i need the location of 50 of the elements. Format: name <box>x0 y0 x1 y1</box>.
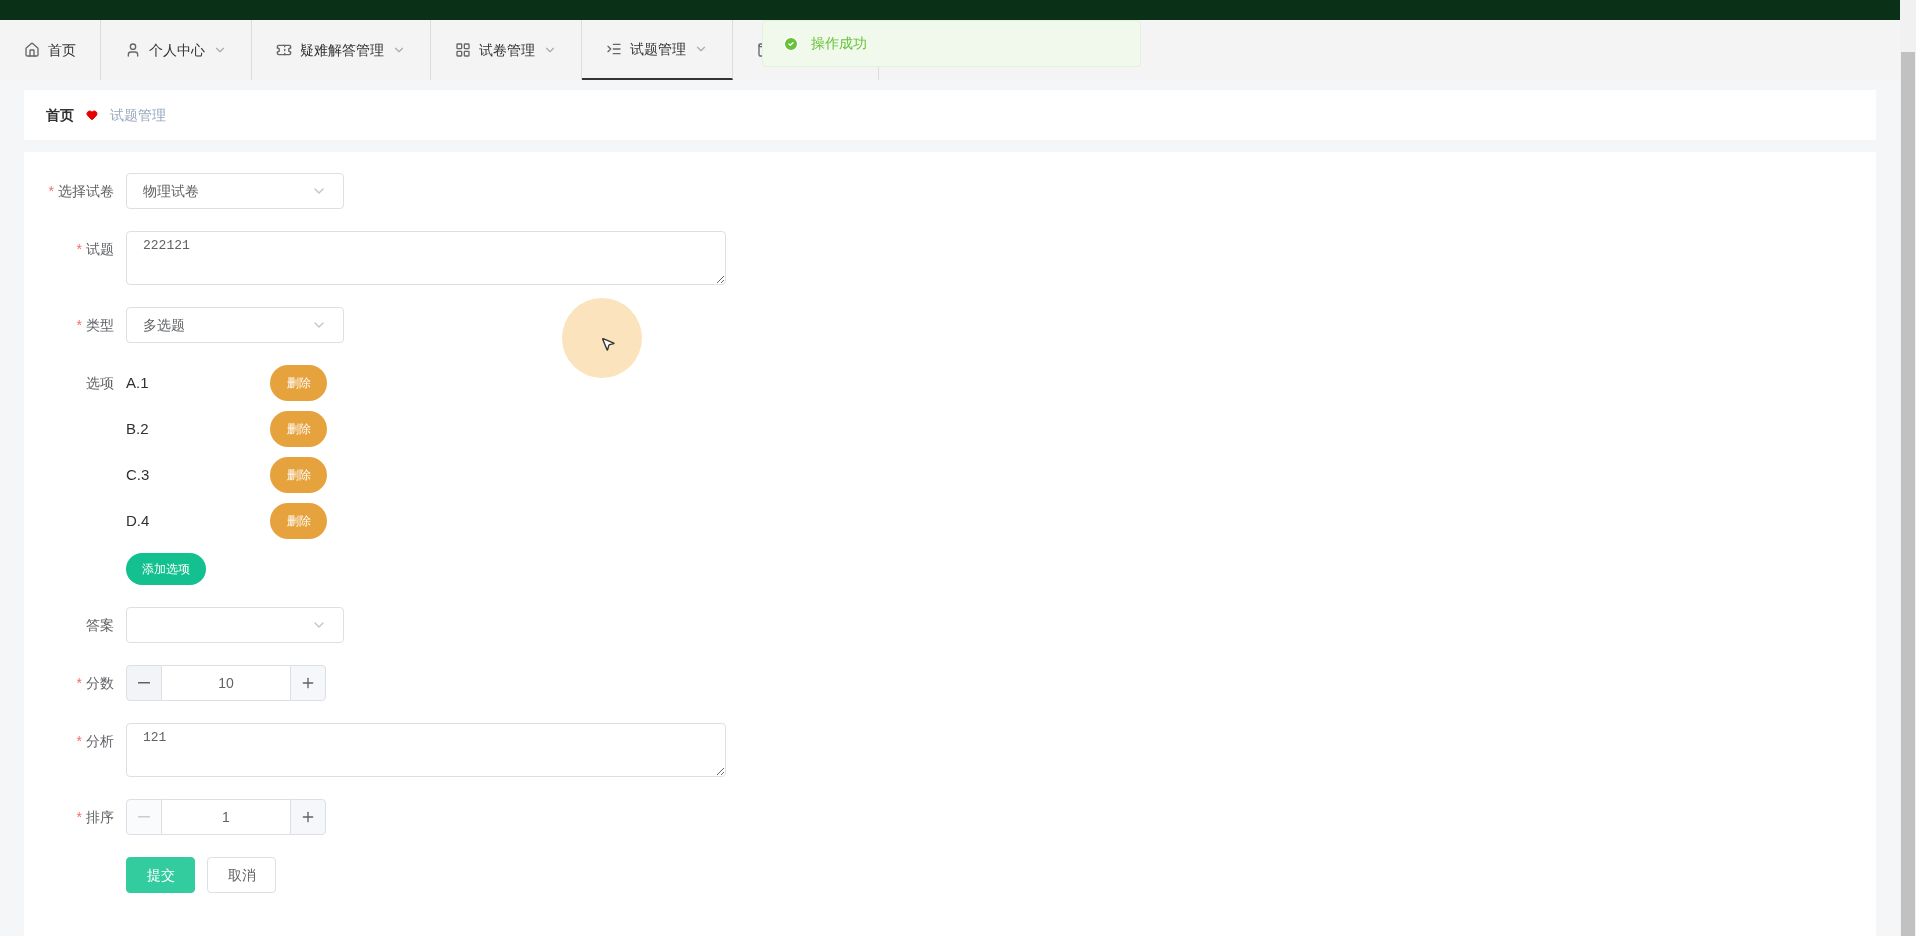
option-text: D.4 <box>126 510 151 531</box>
ticket-icon <box>276 42 292 58</box>
cursor-icon <box>600 336 616 352</box>
field-label: 试题 <box>86 239 114 259</box>
nav-tab[interactable]: 试题管理 <box>582 20 733 80</box>
nav-tab[interactable]: 疑难解答管理 <box>252 20 431 80</box>
minus-icon <box>138 816 150 818</box>
heart-icon <box>86 109 98 121</box>
option-text: B.2 <box>126 418 150 439</box>
minus-icon <box>138 682 150 684</box>
text-area[interactable]: 121 <box>126 723 726 777</box>
option-text: C.3 <box>126 464 151 485</box>
grid-icon <box>455 42 471 58</box>
cancel-button[interactable]: 取消 <box>207 857 276 893</box>
plus-icon <box>300 675 316 691</box>
nav-tab[interactable]: 个人中心 <box>101 20 252 80</box>
scrollbar-thumb[interactable] <box>1901 52 1915 936</box>
plus-icon <box>300 809 316 825</box>
number-field[interactable]: 1 <box>162 799 290 835</box>
decrement-button[interactable] <box>126 665 162 701</box>
required-asterisk: * <box>76 731 82 751</box>
toast-message: 操作成功 <box>811 34 867 53</box>
required-asterisk: * <box>76 315 82 335</box>
breadcrumb-item: 试题管理 <box>110 105 166 125</box>
select-field[interactable]: 物理试卷 <box>126 173 344 209</box>
increment-button[interactable] <box>290 665 326 701</box>
select-field[interactable]: 多选题 <box>126 307 344 343</box>
field-label: 分数 <box>86 673 114 693</box>
option-text: A.1 <box>126 372 150 393</box>
field-label: 排序 <box>86 807 114 827</box>
list-icon <box>606 41 622 57</box>
required-asterisk: * <box>76 239 82 259</box>
required-asterisk: * <box>48 181 54 201</box>
field-label: 类型 <box>86 315 114 335</box>
nav-tab[interactable]: 首页 <box>0 20 101 80</box>
required-asterisk: * <box>76 673 82 693</box>
home-icon <box>24 42 40 58</box>
breadcrumb-item[interactable]: 首页 <box>46 104 74 126</box>
check-circle-icon <box>783 35 799 52</box>
field-label: 分析 <box>86 731 114 751</box>
user-icon <box>125 42 141 58</box>
increment-button[interactable] <box>290 799 326 835</box>
nav-tab[interactable]: 试卷管理 <box>431 20 582 80</box>
text-area[interactable]: 222121 <box>126 231 726 285</box>
number-field[interactable]: 10 <box>162 665 290 701</box>
field-label: 答案 <box>86 615 114 635</box>
field-label: 选择试卷 <box>58 181 114 201</box>
select-field[interactable] <box>126 607 344 643</box>
required-asterisk: * <box>76 807 82 827</box>
field-label: 选项 <box>86 373 114 393</box>
